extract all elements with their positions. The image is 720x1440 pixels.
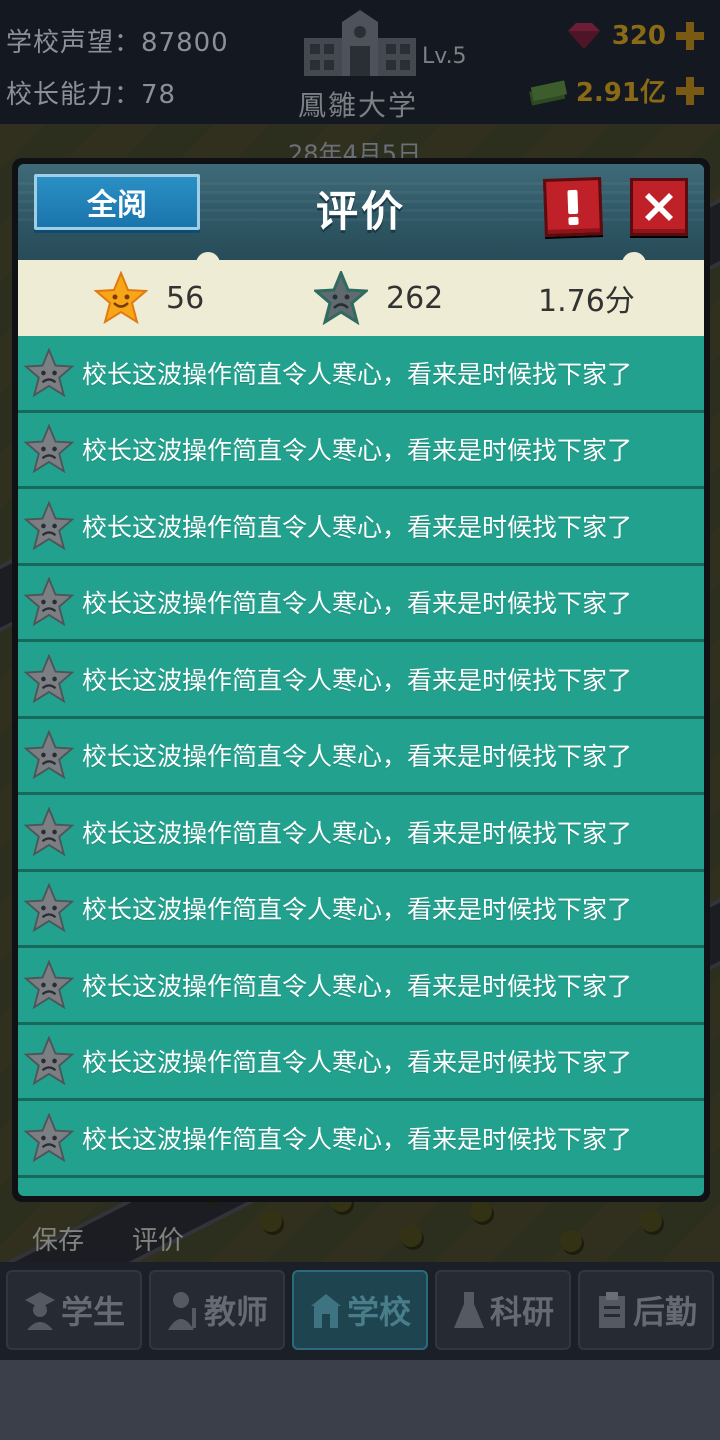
money-amount: 2.91亿 (575, 78, 666, 108)
review-text: 校长这波操作简直令人寒心，看来是时候找下家了 (82, 436, 633, 466)
tab-teachers[interactable]: 教师 (149, 1270, 285, 1350)
gem-resource: 320 (564, 20, 706, 52)
review-text: 校长这波操作简直令人寒心，看来是时候找下家了 (82, 818, 633, 848)
close-icon (645, 193, 673, 221)
gem-count: 320 (611, 21, 666, 51)
frowning-gray-star-icon (314, 271, 368, 325)
rating-summary: 56 262 1.76分 (18, 252, 704, 336)
clipboard-icon (598, 1292, 625, 1328)
frowning-gray-star-icon (24, 577, 74, 627)
system-bottom-area (0, 1360, 720, 1440)
review-text: 校长这波操作简直令人寒心，看来是时候找下家了 (82, 742, 633, 772)
review-row[interactable]: 校长这波操作简直令人寒心，看来是时候找下家了 (18, 565, 704, 642)
review-row[interactable]: 校长这波操作简直令人寒心，看来是时候找下家了 (18, 489, 704, 566)
review-row[interactable]: 校长这波操作简直令人寒心，看来是时候找下家了 (18, 948, 704, 1025)
cash-stack-icon (528, 79, 567, 106)
review-button[interactable]: 评价 (132, 1220, 184, 1257)
review-text: 校长这波操作简直令人寒心，看来是时候找下家了 (82, 895, 633, 925)
frowning-gray-star-icon (24, 1112, 74, 1162)
tab-students[interactable]: 学生 (6, 1270, 142, 1350)
principal-ability: 校长能力：78 (6, 80, 177, 110)
negative-count: 262 (314, 270, 443, 326)
average-score: 1.76分 (538, 270, 635, 326)
review-text: 校长这波操作简直令人寒心，看来是时候找下家了 (82, 1048, 633, 1078)
teacher-icon (167, 1292, 196, 1330)
student-icon (24, 1292, 55, 1330)
frowning-gray-star-icon (24, 959, 74, 1009)
add-money-plus-icon[interactable] (674, 75, 706, 107)
review-list[interactable]: 校长这波操作简直令人寒心，看来是时候找下家了 校长这波操作简直令人寒心，看来是时候… (18, 336, 704, 1196)
smiling-gold-star-icon (94, 271, 148, 325)
school-level: Lv.5 (422, 44, 467, 69)
frowning-gray-star-icon (24, 653, 74, 703)
close-button[interactable] (630, 178, 688, 236)
tab-label: 学生 (60, 1293, 125, 1331)
top-hud: 学校声望：87800 校长能力：78 Lv.5 鳳雛大学 320 2.91亿 (0, 0, 720, 124)
review-row[interactable]: 校长这波操作简直令人寒心，看来是时候找下家了 (18, 718, 704, 795)
flask-icon (453, 1292, 484, 1328)
add-gems-plus-icon[interactable] (674, 20, 706, 52)
positive-count: 56 (94, 270, 204, 326)
review-modal: 全阅 评价 56 262 1.76分 校长这波操作简直令人寒心，看来是时候找下家… (12, 158, 710, 1202)
exclamation-icon (567, 189, 579, 226)
review-row[interactable]: 校长这波操作简直令人寒心，看来是时候找下家了 (18, 642, 704, 719)
review-text: 校长这波操作简直令人寒心，看来是时候找下家了 (82, 359, 633, 389)
school-reputation: 学校声望：87800 (6, 28, 229, 58)
map-action-bar: 保存 评价 (0, 1218, 720, 1268)
frowning-gray-star-icon (24, 500, 74, 550)
tab-label: 后勤 (632, 1293, 697, 1331)
school-name: 鳳雛大学 (298, 89, 419, 122)
review-row[interactable]: 校长这波操作简直令人寒心，看来是时候找下家了 (18, 336, 704, 413)
review-row[interactable]: 校长这波操作简直令人寒心，看来是时候找下家了 (18, 1024, 704, 1101)
review-row[interactable]: 校长这波操作简直令人寒心，看来是时候找下家了 (18, 795, 704, 872)
school-icon (310, 1294, 341, 1328)
bottom-nav: 学生 教师 学校 科研 后勤 (0, 1262, 720, 1360)
review-row[interactable]: 校长这波操作简直令人寒心，看来是时候找下家了 (18, 412, 704, 489)
review-text: 校长这波操作简直令人寒心，看来是时候找下家了 (82, 512, 633, 542)
frowning-gray-star-icon (24, 806, 74, 856)
tab-logistics[interactable]: 后勤 (578, 1270, 714, 1350)
negative-count-value: 262 (386, 280, 444, 316)
average-score-value: 1.76分 (538, 284, 635, 319)
report-button[interactable] (543, 177, 603, 237)
frowning-gray-star-icon (24, 424, 74, 474)
money-resource: 2.91亿 (528, 72, 706, 109)
frowning-gray-star-icon (24, 730, 74, 780)
review-text: 校长这波操作简直令人寒心，看来是时候找下家了 (82, 1124, 633, 1154)
review-row[interactable]: 校长这波操作简直令人寒心，看来是时候找下家了 (18, 1101, 704, 1178)
frowning-gray-star-icon (24, 347, 74, 397)
frowning-gray-star-icon (24, 1036, 74, 1086)
tab-label: 教师 (203, 1293, 268, 1331)
positive-count-value: 56 (166, 280, 205, 316)
save-button[interactable]: 保存 (32, 1220, 84, 1257)
review-modal-panel: 全阅 评价 56 262 1.76分 校长这波操作简直令人寒心，看来是时候找下家… (18, 164, 704, 1196)
tab-school[interactable]: 学校 (292, 1270, 428, 1350)
tab-label: 科研 (489, 1293, 554, 1331)
gem-icon (567, 23, 600, 49)
school-building-icon[interactable] (302, 8, 418, 78)
review-text: 校长这波操作简直令人寒心，看来是时候找下家了 (82, 589, 633, 619)
tab-label: 学校 (346, 1293, 411, 1331)
frowning-gray-star-icon (24, 883, 74, 933)
review-row[interactable]: 校长这波操作简直令人寒心，看来是时候找下家了 (18, 871, 704, 948)
review-text: 校长这波操作简直令人寒心，看来是时候找下家了 (82, 665, 633, 695)
review-text: 校长这波操作简直令人寒心，看来是时候找下家了 (82, 971, 633, 1001)
tab-research[interactable]: 科研 (435, 1270, 571, 1350)
